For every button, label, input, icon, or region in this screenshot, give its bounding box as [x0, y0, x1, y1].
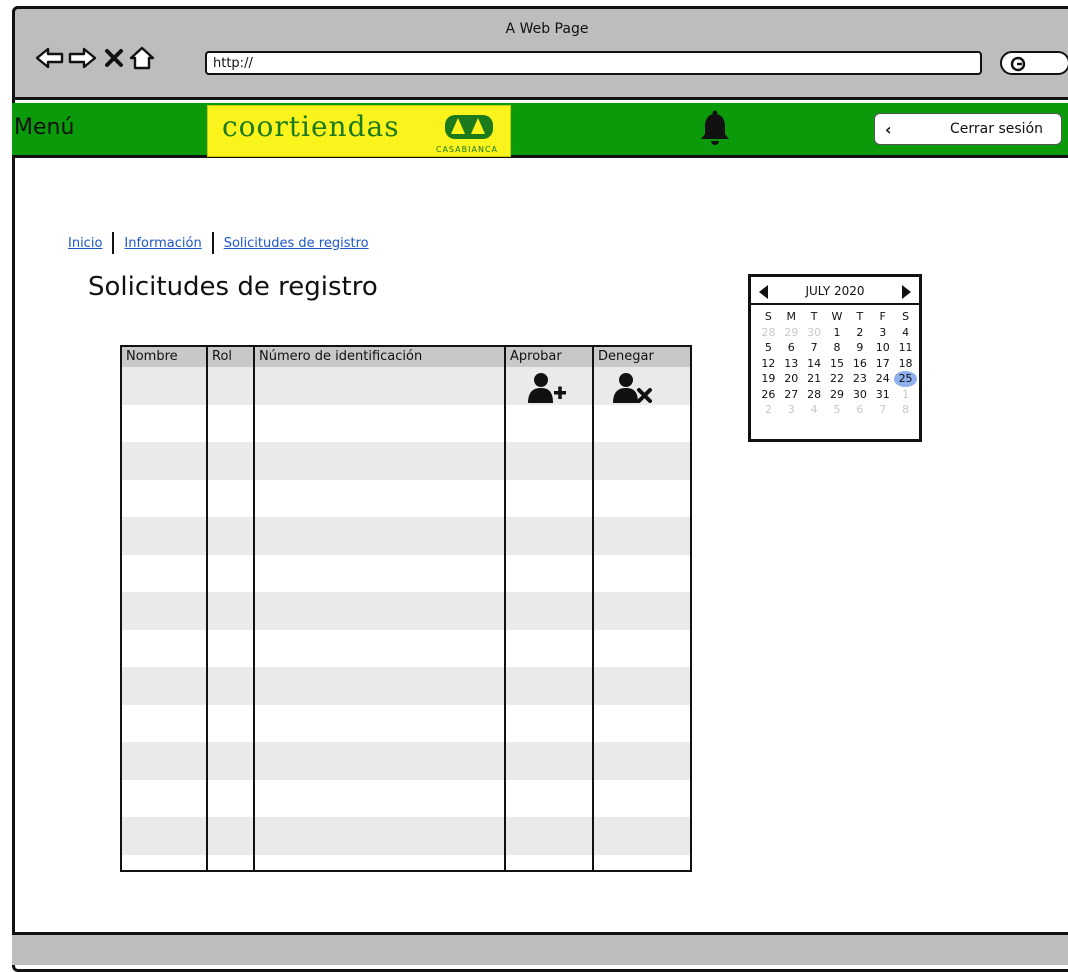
browser-status-bar [12, 932, 1068, 965]
coortiendas-logo: coortiendas CASABIANCA [207, 105, 511, 157]
calendar-day[interactable]: 18 [894, 356, 917, 372]
deny-user-icon[interactable] [612, 371, 654, 407]
calendar-day[interactable]: 30 [803, 325, 826, 341]
calendar-day[interactable]: 8 [894, 402, 917, 418]
calendar-day[interactable]: 5 [826, 402, 849, 418]
calendar-day[interactable]: 6 [780, 340, 803, 356]
column-divider [206, 347, 208, 870]
calendar-day[interactable]: 16 [848, 356, 871, 372]
weekday-label: W [831, 310, 843, 323]
column-divider [253, 347, 255, 870]
calendar-day[interactable]: 2 [757, 402, 780, 418]
breadcrumb: Inicio Información Solicitudes de regist… [68, 232, 369, 254]
calendar-day[interactable]: 21 [803, 371, 826, 387]
weekday-label: S [902, 310, 910, 323]
col-header-nombre: Nombre [126, 349, 178, 364]
chevron-left-icon: ‹ [885, 119, 892, 139]
calendar-day[interactable]: 23 [848, 371, 871, 387]
calendar-day[interactable]: 29 [826, 387, 849, 403]
next-month-icon[interactable] [902, 285, 911, 299]
calendar-day[interactable]: 31 [871, 387, 894, 403]
logo-subtitle: CASABIANCA [435, 145, 498, 154]
home-icon[interactable] [127, 45, 157, 71]
breadcrumb-separator [211, 232, 214, 254]
breadcrumb-solicitudes[interactable]: Solicitudes de registro [224, 236, 369, 251]
calendar-day[interactable]: 3 [780, 402, 803, 418]
browser-search[interactable] [1000, 51, 1068, 75]
calendar-day[interactable]: 25 [894, 371, 917, 387]
calendar-day[interactable]: 5 [757, 340, 780, 356]
url-input[interactable]: http:// [205, 51, 982, 75]
approve-user-icon[interactable] [527, 371, 567, 407]
calendar-day[interactable]: 27 [780, 387, 803, 403]
column-divider [504, 347, 506, 870]
calendar-day[interactable]: 11 [894, 340, 917, 356]
menu-button[interactable]: Menú [14, 115, 74, 140]
col-header-rol: Rol [212, 349, 233, 364]
calendar-header: JULY 2020 [751, 281, 919, 305]
calendar-days: S M T W T F S 28 29 30 1 2 3 4 5 6 7 8 9 10 11 12 13 14 15 16 17 18… [757, 309, 917, 418]
calendar-day[interactable]: 19 [757, 371, 780, 387]
browser-chrome: A Web Page http:// [12, 6, 1068, 100]
calendar-day[interactable]: 1 [826, 325, 849, 341]
chrome-divider [12, 97, 1068, 100]
forward-arrow-icon[interactable] [67, 45, 97, 71]
calendar-day[interactable]: 22 [826, 371, 849, 387]
calendar-day[interactable]: 29 [780, 325, 803, 341]
calendar-day[interactable]: 14 [803, 356, 826, 372]
logo-wordmark: coortiendas [222, 110, 400, 143]
calendar-month: JULY 2020 [805, 284, 865, 298]
calendar-day[interactable]: 7 [803, 340, 826, 356]
calendar-day[interactable]: 3 [871, 325, 894, 341]
logout-button[interactable]: ‹ Cerrar sesión [874, 113, 1062, 145]
calendar-day[interactable]: 24 [871, 371, 894, 387]
breadcrumb-informacion[interactable]: Información [124, 236, 201, 251]
calendar-day[interactable]: 28 [803, 387, 826, 403]
calendar-day[interactable]: 17 [871, 356, 894, 372]
page-title: Solicitudes de registro [88, 272, 378, 302]
trees-icon [445, 115, 493, 139]
calendar-day[interactable]: 1 [894, 387, 917, 403]
calendar-day[interactable]: 26 [757, 387, 780, 403]
search-icon [1010, 56, 1026, 72]
weekday-label: T [810, 310, 818, 323]
calendar-day[interactable]: 4 [894, 325, 917, 341]
logout-label: Cerrar sesión [950, 121, 1043, 137]
calendar-day[interactable]: 9 [848, 340, 871, 356]
col-header-denegar: Denegar [598, 349, 654, 364]
calendar-day[interactable]: 8 [826, 340, 849, 356]
notification-bell-icon[interactable] [695, 109, 735, 149]
calendar-day[interactable]: 20 [780, 371, 803, 387]
weekday-label: T [856, 310, 864, 323]
breadcrumb-separator [112, 232, 115, 254]
col-header-identificacion: Número de identificación [259, 349, 423, 364]
calendar-day[interactable]: 13 [780, 356, 803, 372]
stop-icon[interactable] [99, 45, 129, 71]
calendar-day[interactable]: 7 [871, 402, 894, 418]
window-title: A Web Page [505, 21, 589, 37]
calendar-day[interactable]: 12 [757, 356, 780, 372]
breadcrumb-inicio[interactable]: Inicio [68, 236, 102, 251]
weekday-label: S [764, 310, 772, 323]
weekday-label: F [879, 310, 886, 323]
calendar-day[interactable]: 30 [848, 387, 871, 403]
calendar-day[interactable]: 6 [848, 402, 871, 418]
back-arrow-icon[interactable] [35, 45, 65, 71]
calendar-day[interactable]: 28 [757, 325, 780, 341]
calendar-day[interactable]: 15 [826, 356, 849, 372]
app-header: Menú coortiendas CASABIANCA ‹ Cerrar ses… [12, 103, 1068, 158]
calendar-widget: JULY 2020 S M T W T F S 28 29 30 1 2 3 4 5 6 7 8 9 10 11 12 13… [748, 274, 922, 442]
weekday-label: M [786, 310, 797, 323]
column-divider [592, 347, 594, 870]
calendar-day[interactable]: 10 [871, 340, 894, 356]
calendar-day[interactable]: 4 [803, 402, 826, 418]
requests-table: Nombre Rol Número de identificación Apro… [120, 345, 692, 872]
calendar-day[interactable]: 2 [848, 325, 871, 341]
col-header-aprobar: Aprobar [510, 349, 562, 364]
